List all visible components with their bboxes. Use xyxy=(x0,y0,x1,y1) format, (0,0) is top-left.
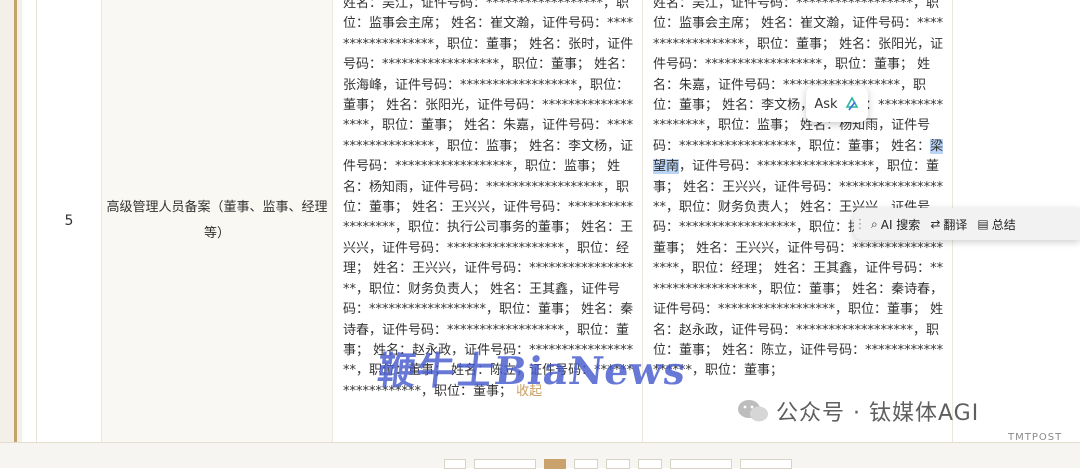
pagination xyxy=(444,459,792,469)
bianews-watermark: 鞭牛士BiaNews xyxy=(375,348,689,393)
ask-popup[interactable]: Ask xyxy=(806,86,868,122)
ask-logo-icon xyxy=(845,96,858,111)
ask-label: Ask xyxy=(814,96,838,112)
translate-icon: ⇄ xyxy=(930,217,941,231)
brand-text: 公众号 · 钛媒体AGI xyxy=(776,401,980,426)
grip-icon[interactable]: ⋮ xyxy=(854,208,867,240)
ai-search-icon: ⌕ xyxy=(871,216,878,231)
gold-border-line xyxy=(14,0,17,467)
page-button[interactable] xyxy=(638,459,662,469)
page-button[interactable] xyxy=(670,459,732,469)
change-category: 高级管理人员备案（董事、监事、经理等） xyxy=(106,200,328,241)
translate-label: 翻译 xyxy=(943,217,968,232)
page-left-frame xyxy=(0,0,22,467)
selection-toolbar: ⋮ ⌕ AI 搜索 ⇄ 翻译 ▤ 总结 xyxy=(854,208,1080,240)
page-button-active[interactable] xyxy=(544,459,566,469)
summarize-button[interactable]: ▤ 总结 xyxy=(972,208,1020,240)
row-index: 5 xyxy=(64,213,74,229)
ai-search-label: AI 搜索 xyxy=(880,217,921,232)
summarize-icon: ▤ xyxy=(977,217,989,231)
translate-button[interactable]: ⇄ 翻译 xyxy=(925,208,972,240)
ai-search-button[interactable]: ⌕ AI 搜索 xyxy=(866,208,925,240)
after-text-part-a: 姓名：吴江，证件号码：******************，职位：监事会主席； … xyxy=(653,0,944,154)
page-button[interactable] xyxy=(740,459,792,469)
change-category-cell: 高级管理人员备案（董事、监事、经理等） xyxy=(101,0,333,442)
after-change-text: 姓名：吴江，证件号码：******************，职位：监事会主席； … xyxy=(653,0,944,382)
page-button[interactable] xyxy=(606,459,630,469)
page-button[interactable] xyxy=(444,459,466,469)
summarize-label: 总结 xyxy=(991,217,1016,232)
brand-watermark: 公众号 · 钛媒体AGI xyxy=(736,395,979,427)
before-text: 姓名：吴江，证件号码：******************，职位：监事会主席； … xyxy=(343,0,634,399)
page-button[interactable] xyxy=(474,459,536,469)
wechat-brand-icon xyxy=(738,400,768,422)
after-text-part-b: ，证件号码：******************，职位：董事； 姓名：王兴兴，证… xyxy=(653,159,944,379)
page-button[interactable] xyxy=(574,459,598,469)
